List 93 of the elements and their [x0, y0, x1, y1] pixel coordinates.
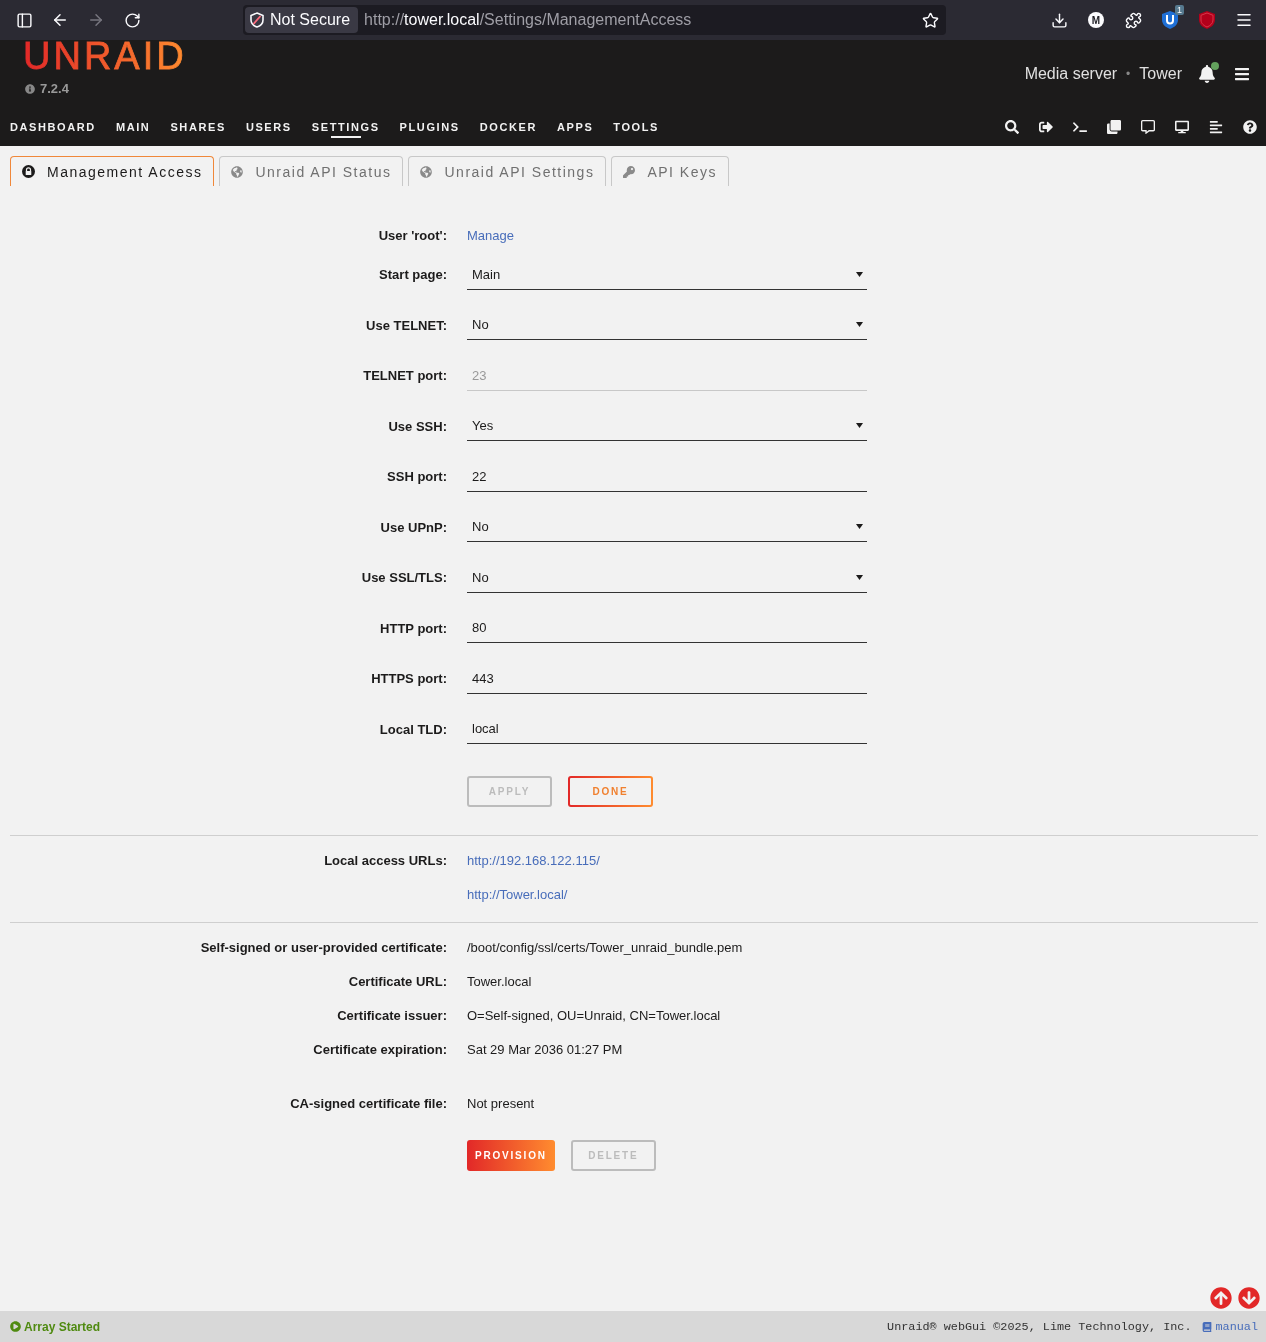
text-field[interactable]: 22 — [467, 461, 867, 492]
globe-icon — [420, 165, 433, 178]
nav-link[interactable]: DOCKER — [479, 115, 537, 139]
monitor-icon[interactable] — [1175, 120, 1189, 134]
tab[interactable]: Unraid API Settings — [408, 156, 607, 186]
count-badge: 1 — [1175, 5, 1184, 15]
text-field[interactable]: 80 — [467, 613, 867, 644]
shield-warning-icon — [250, 12, 264, 28]
menu-icon[interactable] — [1235, 11, 1253, 29]
nav-link[interactable]: MAIN — [115, 115, 151, 139]
help-icon[interactable] — [1243, 120, 1257, 134]
dropdown[interactable]: Yes — [467, 411, 867, 442]
sidebar-icon[interactable] — [15, 11, 33, 29]
download-icon[interactable] — [1050, 11, 1068, 29]
tab[interactable]: Unraid API Status — [219, 156, 404, 186]
field-label: Certificate issuer: — [336, 1008, 447, 1023]
nav-link[interactable]: SETTINGS — [311, 115, 380, 139]
info-icon[interactable] — [25, 84, 35, 94]
field-label: Use SSL/TLS: — [360, 570, 447, 586]
dropdown[interactable]: Main — [467, 259, 867, 290]
url-link[interactable]: http://192.168.122.115/ — [467, 853, 600, 868]
menu-icon[interactable] — [1234, 66, 1250, 82]
field-label: Self-signed or user-provided certificate: — [199, 940, 447, 955]
field-label: TELNET port: — [362, 368, 447, 384]
scroll-down-icon[interactable] — [1238, 1287, 1260, 1309]
copyright-text: Unraid® webGui ©2025, Lime Technology, Inc. — [887, 1319, 1192, 1334]
field-value: O=Self-signed, OU=Unraid, CN=Tower.local — [467, 1008, 722, 1023]
copy-icon[interactable] — [1107, 120, 1121, 134]
field-label: Start page: — [378, 267, 447, 283]
field-value: /boot/config/ssl/certs/Tower_unraid_bundle.pem — [467, 940, 744, 955]
reload-icon[interactable] — [123, 11, 141, 29]
field-label: CA-signed certificate file: — [289, 1096, 447, 1111]
nav-link[interactable]: APPS — [556, 115, 594, 139]
field-label: Certificate expiration: — [312, 1042, 447, 1057]
field-label: SSH port: — [386, 469, 447, 485]
puzzle-icon[interactable] — [1124, 11, 1142, 29]
field-value: Sat 29 Mar 2036 01:27 PM — [467, 1042, 624, 1057]
nav-link[interactable]: TOOLS — [613, 115, 660, 139]
security-badge[interactable]: Not Secure — [245, 7, 359, 33]
nav-link[interactable]: PLUGINS — [399, 115, 460, 139]
manage-link[interactable]: Manage — [467, 228, 514, 244]
extension-button[interactable]: M — [1088, 12, 1104, 28]
text-lines-icon[interactable] — [1209, 120, 1223, 134]
dropdown[interactable]: No — [467, 562, 867, 593]
notification-bell-icon[interactable] — [1198, 65, 1216, 83]
book-icon — [1201, 1321, 1212, 1332]
text-field[interactable]: local — [467, 714, 867, 745]
nav-link[interactable]: DASHBOARD — [10, 115, 96, 139]
field-label: User 'root': — [377, 228, 447, 244]
dropdown[interactable]: No — [467, 310, 867, 341]
tab[interactable]: Management Access — [10, 156, 215, 186]
nav-link[interactable]: USERS — [245, 115, 292, 139]
server-name: Tower — [1139, 65, 1182, 83]
tab[interactable]: API Keys — [611, 156, 729, 186]
chat-icon[interactable] — [1141, 120, 1155, 134]
field-label: Use SSH: — [387, 418, 447, 434]
caret-icon — [856, 322, 863, 328]
url-link[interactable]: http://Tower.local/ — [467, 887, 568, 902]
caret-icon — [856, 524, 863, 530]
field-label: Local TLD: — [378, 721, 447, 737]
field-label: Local access URLs: — [323, 853, 447, 868]
manual-link[interactable]: manual — [1201, 1319, 1258, 1334]
status-dot-icon — [1211, 62, 1219, 70]
search-icon[interactable] — [1005, 120, 1019, 134]
text-field[interactable]: 443 — [467, 663, 867, 694]
lock-icon — [22, 165, 35, 178]
scroll-up-icon[interactable] — [1210, 1287, 1232, 1309]
caret-icon — [856, 423, 863, 429]
server-description: Media server — [1024, 65, 1118, 83]
globe-icon — [231, 165, 244, 178]
caret-icon — [856, 574, 863, 580]
version-text: 7.2.4 — [40, 80, 69, 98]
key-icon — [623, 165, 636, 178]
nav-link[interactable]: SHARES — [170, 115, 226, 139]
separator-dot: • — [1126, 67, 1131, 81]
field-value: Tower.local — [467, 974, 533, 989]
dropdown[interactable]: No — [467, 512, 867, 543]
field-value: Not present — [467, 1096, 536, 1111]
url-text: http://tower.local/Settings/ManagementAccess — [364, 11, 692, 29]
shield-extension-icon[interactable] — [1162, 11, 1178, 29]
address-bar[interactable]: Not Secure http://tower.local/Settings/ManagementAccess — [243, 5, 946, 35]
field-label: Certificate URL: — [347, 974, 447, 989]
logout-icon[interactable] — [1039, 120, 1053, 134]
play-icon — [10, 1321, 21, 1332]
shield-icon[interactable] — [1199, 11, 1215, 29]
field-label: Use UPnP: — [379, 519, 447, 535]
bookmark-star-icon[interactable] — [922, 11, 939, 29]
array-status: Array Started — [24, 1319, 101, 1334]
field-label: Use TELNET: — [365, 317, 447, 333]
field-label: HTTP port: — [379, 620, 447, 636]
field-label: HTTPS port: — [370, 671, 447, 687]
caret-icon — [856, 271, 863, 277]
terminal-icon[interactable] — [1073, 120, 1087, 134]
